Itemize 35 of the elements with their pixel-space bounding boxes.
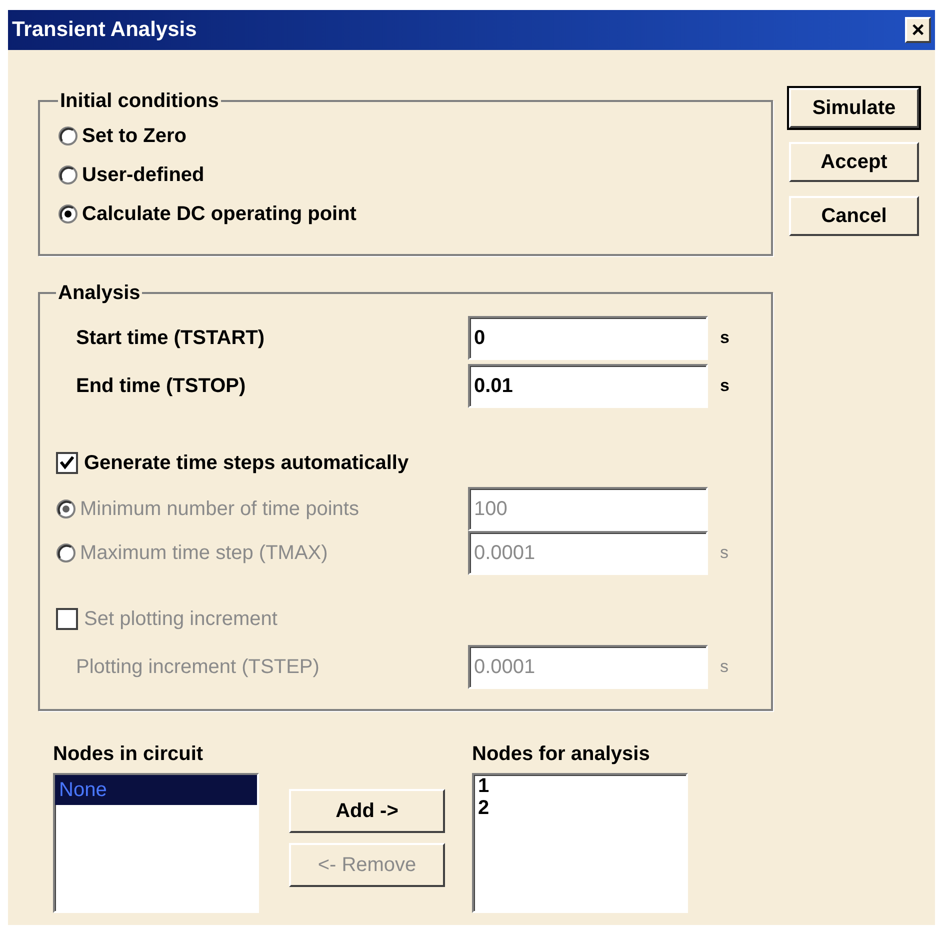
radio-button[interactable] [58, 204, 78, 224]
unit-label: s [720, 656, 728, 678]
dialog-button[interactable]: Accept [789, 142, 919, 182]
field-label: Plotting increment (TSTEP) [75, 655, 320, 680]
radio-label: User-defined [82, 162, 204, 188]
checkbox[interactable] [56, 452, 78, 474]
unit-label: s [720, 327, 730, 350]
close-button[interactable]: × [905, 17, 931, 43]
radio-label: Maximum time step (TMAX) [80, 541, 328, 566]
radio-button[interactable] [58, 164, 78, 184]
window-title: Transient Analysis [12, 17, 197, 44]
add-button[interactable]: Add -> [289, 789, 445, 833]
checkbox-label: Generate time steps automatically [84, 451, 409, 476]
list-title: Nodes in circuit [53, 742, 204, 767]
list-item[interactable]: 2 [474, 797, 686, 819]
text-field[interactable]: 0 [468, 316, 708, 360]
field-label: Start time (TSTART) [75, 326, 266, 351]
radio-button[interactable] [58, 126, 78, 146]
text-field[interactable]: 0.01 [468, 364, 708, 408]
group-title: Initial conditions [59, 89, 220, 114]
checkbox-label: Set plotting increment [84, 607, 278, 632]
radio-label: Minimum number of time points [80, 497, 359, 522]
dialog-button[interactable]: Cancel [789, 196, 919, 236]
unit-label: s [720, 375, 730, 398]
radio-label: Set to Zero [82, 124, 186, 148]
unit-label: s [720, 542, 728, 564]
list-item[interactable]: None [55, 775, 257, 805]
radio-label: Calculate DC operating point [82, 202, 356, 226]
dialog-button[interactable]: Simulate [789, 88, 919, 128]
node-list[interactable]: None [53, 773, 259, 913]
node-list[interactable]: 1 2 [472, 773, 688, 913]
list-title: Nodes for analysis [472, 742, 651, 767]
group-title: Analysis [57, 281, 142, 306]
field-label: End time (TSTOP) [75, 374, 247, 399]
list-item[interactable]: 1 [474, 775, 686, 797]
